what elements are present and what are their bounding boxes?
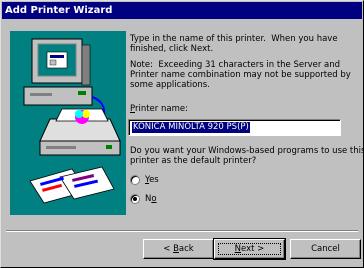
instruction-line-1: Type in the name of this printer. When y… xyxy=(130,34,338,44)
printer-illustration xyxy=(10,31,126,215)
radio-yes[interactable]: Yes xyxy=(130,173,210,187)
printer-name-label: Printer name: xyxy=(130,104,188,114)
note-line-2: Printer name combination may not be supp… xyxy=(130,70,351,80)
default-question-line-2: printer as the default printer? xyxy=(130,156,257,166)
next-button-focus xyxy=(218,243,281,255)
button-separator xyxy=(6,230,358,232)
printer-name-value: KONICA MINOLTA 920 PS(P) xyxy=(132,122,250,133)
radio-yes-label: Yes xyxy=(145,175,159,185)
radio-no-label: No xyxy=(145,194,157,204)
radio-no[interactable]: No xyxy=(130,192,210,206)
radio-no-indicator[interactable] xyxy=(130,194,140,204)
printer-name-input[interactable]: KONICA MINOLTA 920 PS(P) xyxy=(128,119,341,136)
radio-yes-indicator[interactable] xyxy=(130,175,140,185)
printer-name-label-rest: rinter name: xyxy=(134,104,188,114)
cancel-button[interactable]: Cancel xyxy=(290,239,361,259)
note-line-3: some applications. xyxy=(130,80,210,90)
instruction-line-2: finished, click Next. xyxy=(130,44,214,54)
window-title: Add Printer Wizard xyxy=(2,2,362,19)
back-button[interactable]: < Back xyxy=(143,239,214,259)
next-button[interactable]: Next > xyxy=(213,238,286,260)
note-line-1: Note: Exceeding 31 characters in the Ser… xyxy=(130,60,341,70)
computer-icon xyxy=(23,38,93,106)
default-question-line-1: Do you want your Windows-based programs … xyxy=(130,146,364,156)
add-printer-wizard-window: Add Printer Wizard Type in the name of t… xyxy=(0,0,364,268)
